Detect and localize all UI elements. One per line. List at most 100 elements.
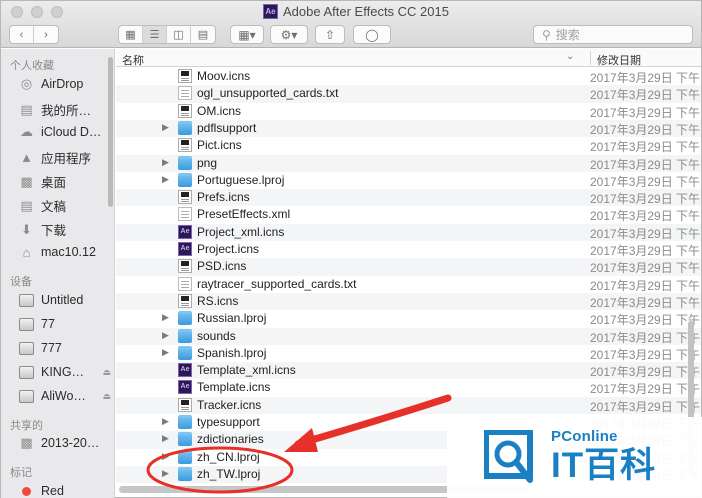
chevron-left-icon: ‹ xyxy=(19,28,24,41)
icon-view-button[interactable]: ▦ xyxy=(119,26,143,43)
disk-icon xyxy=(18,364,35,380)
file-name: RS.icns xyxy=(197,293,239,308)
icns-file-icon xyxy=(178,293,192,308)
disclosure-triangle-icon[interactable]: ▶ xyxy=(162,451,169,462)
window-controls xyxy=(11,6,63,18)
action-button[interactable]: ⚙▾ xyxy=(270,25,308,44)
gallery-view-button[interactable]: ▤ xyxy=(191,26,215,43)
disclosure-triangle-icon[interactable]: ▶ xyxy=(162,330,169,341)
coverflow-icon: ▤ xyxy=(197,29,209,41)
sidebar-item-aliwo[interactable]: AliWo… ⏏ xyxy=(18,388,111,404)
folder-icon xyxy=(178,172,192,187)
sort-chevron-icon: ⌄ xyxy=(566,51,575,62)
file-name: pdflsupport xyxy=(197,120,257,135)
sidebar-item-king[interactable]: KING… ⏏ xyxy=(18,364,111,380)
disk-icon xyxy=(18,292,35,308)
home-icon: ⌂ xyxy=(22,244,31,260)
arrange-icon: ▦▾ xyxy=(238,27,256,42)
minimize-button[interactable] xyxy=(31,6,43,18)
sidebar-item-documents[interactable]: ▤ 文稿 xyxy=(18,196,111,215)
file-row[interactable]: ▶ pdflsupport 2017年3月29日 下午 xyxy=(116,119,701,138)
zoom-button[interactable] xyxy=(51,6,63,18)
file-row[interactable]: ▶ Portuguese.lproj 2017年3月29日 下午 xyxy=(116,171,701,190)
column-name-header[interactable]: 名称 xyxy=(122,52,144,68)
disclosure-triangle-icon[interactable]: ▶ xyxy=(162,433,169,444)
file-row[interactable]: RS.icns 2017年3月29日 下午 xyxy=(116,292,701,311)
after-effects-file-icon: Ae xyxy=(178,363,192,378)
disclosure-triangle-icon[interactable]: ▶ xyxy=(162,347,169,358)
file-row[interactable]: ▶ Russian.lproj 2017年3月29日 下午 xyxy=(116,310,701,328)
file-date: 2017年3月29日 下午 xyxy=(590,209,701,224)
file-name: Tracker.icns xyxy=(197,397,262,412)
text-file-icon xyxy=(178,207,192,222)
watermark-logo-text: IT百科 xyxy=(551,446,657,485)
share-button[interactable]: ⇧ xyxy=(315,25,345,44)
sidebar-item-icloud[interactable]: ☁ iCloud D… xyxy=(18,124,111,140)
disclosure-triangle-icon[interactable]: ▶ xyxy=(162,122,169,133)
search-icon: ⚲ xyxy=(542,27,551,42)
after-effects-file-icon: Ae xyxy=(178,242,192,256)
sidebar-item-applications[interactable]: ▲ 应用程序 xyxy=(18,148,111,167)
sidebar-item-downloads[interactable]: ⬇ 下载 xyxy=(18,220,111,239)
file-name: Project.icns xyxy=(197,242,260,256)
sidebar-item-shared-computer[interactable]: ▩ 2013-20… xyxy=(18,435,111,451)
sidebar-item-home[interactable]: ⌂ mac10.12 xyxy=(18,244,111,260)
disclosure-triangle-icon[interactable]: ▶ xyxy=(162,157,169,168)
sidebar-item-untitled[interactable]: Untitled xyxy=(18,292,111,308)
sidebar-scrollbar[interactable] xyxy=(108,57,113,207)
file-row[interactable]: ogl_unsupported_cards.txt 2017年3月29日 下午 xyxy=(116,85,701,103)
column-header: 名称 ⌄ 修改日期 xyxy=(116,49,701,67)
close-button[interactable] xyxy=(11,6,23,18)
column-date-header[interactable]: 修改日期 xyxy=(590,51,641,67)
file-row[interactable]: PresetEffects.xml 2017年3月29日 下午 xyxy=(116,206,701,224)
file-row[interactable]: raytracer_supported_cards.txt 2017年3月29日 … xyxy=(116,275,701,293)
list-view-button[interactable]: ☰ xyxy=(143,26,167,43)
file-row[interactable]: ▶ png 2017年3月29日 下午 xyxy=(116,154,701,172)
folder-icon xyxy=(178,466,192,481)
file-row[interactable]: Pict.icns 2017年3月29日 下午 xyxy=(116,137,701,155)
file-row[interactable]: OM.icns 2017年3月29日 下午 xyxy=(116,102,701,120)
share-icon: ⇧ xyxy=(324,27,336,42)
back-button[interactable]: ‹ xyxy=(10,26,34,43)
sidebar-item-label: 我的所… xyxy=(41,104,92,118)
disclosure-triangle-icon[interactable]: ▶ xyxy=(162,174,169,185)
grid-icon: ▦ xyxy=(125,29,136,41)
eject-icon[interactable]: ⏏ xyxy=(102,391,111,402)
sidebar-item-desktop[interactable]: ▩ 桌面 xyxy=(18,172,111,191)
file-row[interactable]: Moov.icns 2017年3月29日 下午 xyxy=(116,68,701,86)
search-field[interactable]: ⚲ 搜索 xyxy=(533,25,693,44)
file-row[interactable]: ▶ sounds 2017年3月29日 下午 xyxy=(116,327,701,345)
pconline-watermark: PConline IT百科 xyxy=(447,417,702,498)
file-row[interactable]: Ae Project.icns 2017年3月29日 下午 xyxy=(116,241,701,259)
eject-icon[interactable]: ⏏ xyxy=(102,367,111,378)
disk-icon xyxy=(18,388,35,404)
disclosure-triangle-icon[interactable]: ▶ xyxy=(162,416,169,427)
disclosure-triangle-icon[interactable]: ▶ xyxy=(162,312,169,323)
arrange-button[interactable]: ▦▾ xyxy=(230,25,264,44)
icns-file-icon xyxy=(178,397,192,412)
sidebar-item-777[interactable]: 777 xyxy=(18,340,111,356)
file-row[interactable]: Ae Project_xml.icns 2017年3月29日 下午 xyxy=(116,223,701,241)
sidebar-item-airdrop[interactable]: ◎ AirDrop xyxy=(18,76,111,92)
file-row[interactable]: Ae Template.icns 2017年3月29日 下午 xyxy=(116,379,701,397)
folder-icon xyxy=(178,155,192,170)
file-date: 2017年3月29日 下午 xyxy=(590,122,701,137)
folder-icon xyxy=(178,311,192,326)
file-row[interactable]: ▶ Spanish.lproj 2017年3月29日 下午 xyxy=(116,344,701,363)
disclosure-triangle-icon[interactable]: ▶ xyxy=(162,468,169,479)
forward-button[interactable]: › xyxy=(34,26,58,43)
after-effects-icon: Ae xyxy=(263,4,278,19)
file-row[interactable]: Ae Template_xml.icns 2017年3月29日 下午 xyxy=(116,362,701,380)
file-row[interactable]: PSD.icns 2017年3月29日 下午 xyxy=(116,258,701,276)
column-view-button[interactable]: ◫ xyxy=(167,26,191,43)
folder-icon xyxy=(178,120,192,135)
tags-button[interactable]: ◯ xyxy=(353,25,391,44)
sidebar-item-all-files[interactable]: ▤ 我的所… xyxy=(18,100,111,119)
file-name: Russian.lproj xyxy=(197,311,267,326)
file-name: ogl_unsupported_cards.txt xyxy=(197,86,339,101)
sidebar-item-77[interactable]: 77 xyxy=(18,316,111,332)
file-row[interactable]: Prefs.icns 2017年3月29日 下午 xyxy=(116,189,701,207)
sidebar-item-tag-red[interactable]: Red xyxy=(18,483,111,498)
file-row[interactable]: Tracker.icns 2017年3月29日 下午 xyxy=(116,396,701,414)
text-file-icon xyxy=(178,276,192,291)
